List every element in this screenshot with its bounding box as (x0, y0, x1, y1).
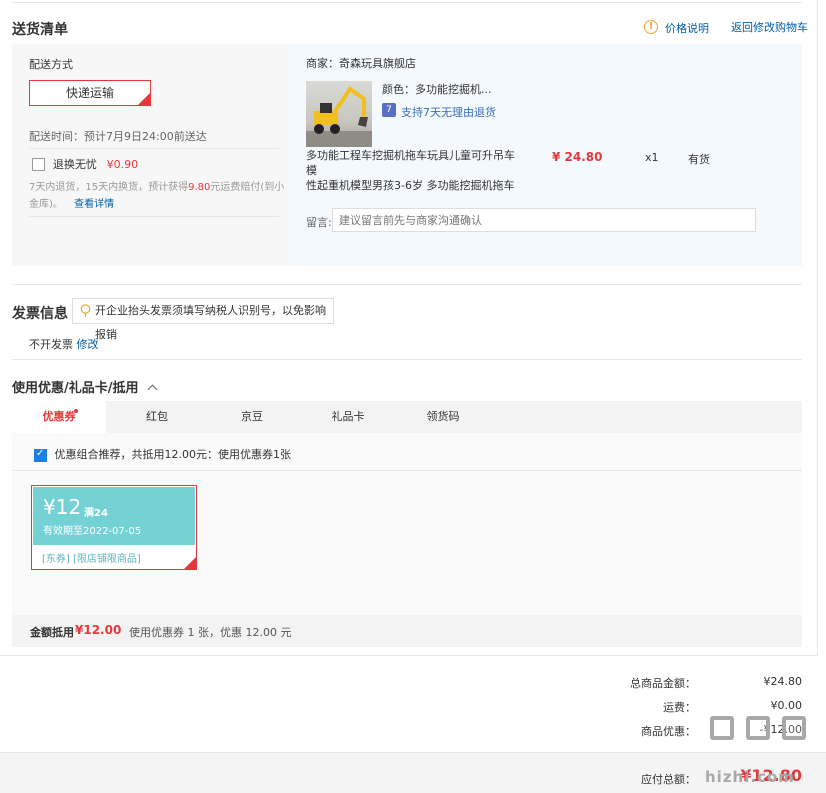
excavator-icon (306, 86, 372, 147)
shop-panel: 商家：奇森玩具旗舰店 颜色：多功能挖掘机... 7 支持7天无理由退货 多功能工… (290, 44, 802, 266)
summary-label: 金额抵用 (30, 626, 74, 639)
shop-name: 商家：奇森玩具旗舰店 (306, 57, 416, 70)
coupon-amount: ¥12 (43, 495, 82, 519)
combo-row: 优惠组合推荐，共抵用12.00元：使用优惠券1张 (34, 446, 291, 462)
discount-total-label: 商品优惠： (641, 725, 696, 738)
discount-summary: 金额抵用 ¥12.00 使用优惠券 1 张，优惠 12.00 元 (12, 615, 802, 647)
coupon-tags: [东券] [限店铺限商品] (42, 550, 141, 565)
memo-label: 留言: (306, 216, 332, 229)
delivery-time: 配送时间：预计7月9日24:00前送达 (29, 130, 207, 143)
product-title[interactable]: 多功能工程车挖掘机拖车玩具儿童可升吊车模 性起重机模型男孩3-6岁 多功能挖掘机… (306, 148, 516, 193)
product-color: 颜色：多功能挖掘机... (382, 83, 492, 96)
summary-amount: ¥12.00 (75, 623, 122, 637)
selected-check-icon (138, 82, 162, 106)
exchange-desc-part: 金库)。 (29, 199, 63, 210)
payable-label: 应付总额： (641, 773, 696, 786)
goods-total-value: ¥24.80 (763, 675, 803, 688)
back-to-cart-link[interactable]: 返回修改购物车 (731, 19, 808, 35)
watermark-icon (782, 716, 806, 740)
exchange-checkbox[interactable] (32, 158, 45, 171)
shipping-method-label: 快递运输 (65, 86, 114, 100)
return-policy-icon: 7 (382, 103, 396, 117)
freight-value: ¥0.00 (770, 699, 803, 712)
new-dot-icon (74, 409, 78, 413)
exchange-label: 退换无忧 (52, 158, 97, 171)
goods-total-label: 总商品金额： (630, 677, 696, 690)
delivery-panel: 配送方式 快递运输 配送时间：预计7月9日24:00前送达 退换无忧 ¥0.90… (12, 44, 290, 266)
stock-status: 有货 (688, 153, 710, 166)
product-title-line: 性起重机模型男孩3-6岁 多功能挖掘机拖车 (306, 179, 515, 192)
chevron-up-icon (147, 384, 158, 395)
exchange-desc-part: 元运费赔付(到小 (210, 182, 285, 193)
exchange-price: ¥0.90 (106, 158, 139, 171)
tab-gift-card[interactable]: 礼品卡 (301, 401, 395, 433)
tab-coupon[interactable]: 优惠券 (12, 401, 106, 434)
invoice-hint: 开企业抬头发票须填写纳税人识别号，以免影响报销 (72, 298, 334, 341)
delivery-label: 配送方式 (29, 58, 73, 71)
watermark-text: hizhi.com (705, 768, 795, 786)
exchange-detail-link[interactable]: 查看详情 (74, 199, 114, 210)
exchange-description: 7天内退货，15天内换货，预计获得9.80元运费赔付(到小 金库)。 查看详情 (29, 179, 285, 213)
shipping-method-button[interactable]: 快递运输 (29, 80, 162, 106)
section-title-invoice: 发票信息 (12, 306, 68, 322)
tab-jingdou[interactable]: 京豆 (205, 401, 299, 433)
coupon-card[interactable]: ¥12 满24 有效期至2022-07-05 [东券] [限店铺限商品] (31, 485, 208, 570)
discount-tab-bar: 优惠券 红包 京豆 礼品卡 领货码 (12, 401, 802, 434)
combo-checkbox[interactable] (34, 448, 47, 462)
product-image[interactable] (306, 81, 372, 147)
combo-text: 优惠组合推荐，共抵用12.00元：使用优惠券1张 (54, 448, 292, 461)
coupon-header: ¥12 满24 有效期至2022-07-05 (33, 487, 195, 545)
exchange-row: 退换无忧 ¥0.90 (32, 156, 138, 172)
invoice-status: 不开发票 修改 (29, 336, 99, 352)
info-icon: ! (644, 20, 658, 34)
watermark-icon (746, 716, 770, 740)
tab-red-packet[interactable]: 红包 (110, 401, 204, 433)
coupon-expiry: 有效期至2022-07-05 (43, 526, 142, 537)
return-policy: 支持7天无理由退货 (401, 106, 496, 119)
discount-title-text: 使用优惠/礼品卡/抵用 (12, 381, 139, 396)
product-quantity: x1 (645, 151, 659, 164)
coupon-selected-check-icon (184, 557, 208, 570)
exchange-desc-part: 7天内退货，15天内换货，预计获得 (29, 182, 189, 193)
tab-label: 优惠券 (42, 410, 76, 423)
product-price: ¥ 24.80 (552, 150, 603, 164)
product-title-line: 多功能工程车挖掘机拖车玩具儿童可升吊车模 (306, 149, 515, 177)
section-title-discount[interactable]: 使用优惠/礼品卡/抵用 (12, 377, 158, 396)
coupon-tag: [限店铺限商品] (73, 554, 141, 565)
coupon-tag: [东券] (42, 554, 70, 565)
summary-detail: 使用优惠券 1 张，优惠 12.00 元 (129, 626, 292, 639)
coupon-condition: 满24 (84, 508, 108, 519)
lightbulb-icon (80, 304, 91, 317)
tab-claim-code[interactable]: 领货码 (396, 401, 490, 433)
price-note-link[interactable]: 价格说明 (665, 20, 709, 36)
invoice-edit-link[interactable]: 修改 (77, 338, 99, 351)
freight-label: 运费： (663, 701, 696, 714)
memo-input[interactable] (332, 208, 756, 232)
section-title-delivery-list: 送货清单 (12, 22, 68, 38)
invoice-status-text: 不开发票 (29, 338, 73, 351)
watermark-icon (710, 716, 734, 740)
payable-bar: 应付总额： ¥12.80 (0, 752, 826, 793)
invoice-hint-text: 开企业抬头发票须填写纳税人识别号，以免影响报销 (95, 304, 326, 341)
exchange-amount: 9.80 (188, 182, 211, 193)
